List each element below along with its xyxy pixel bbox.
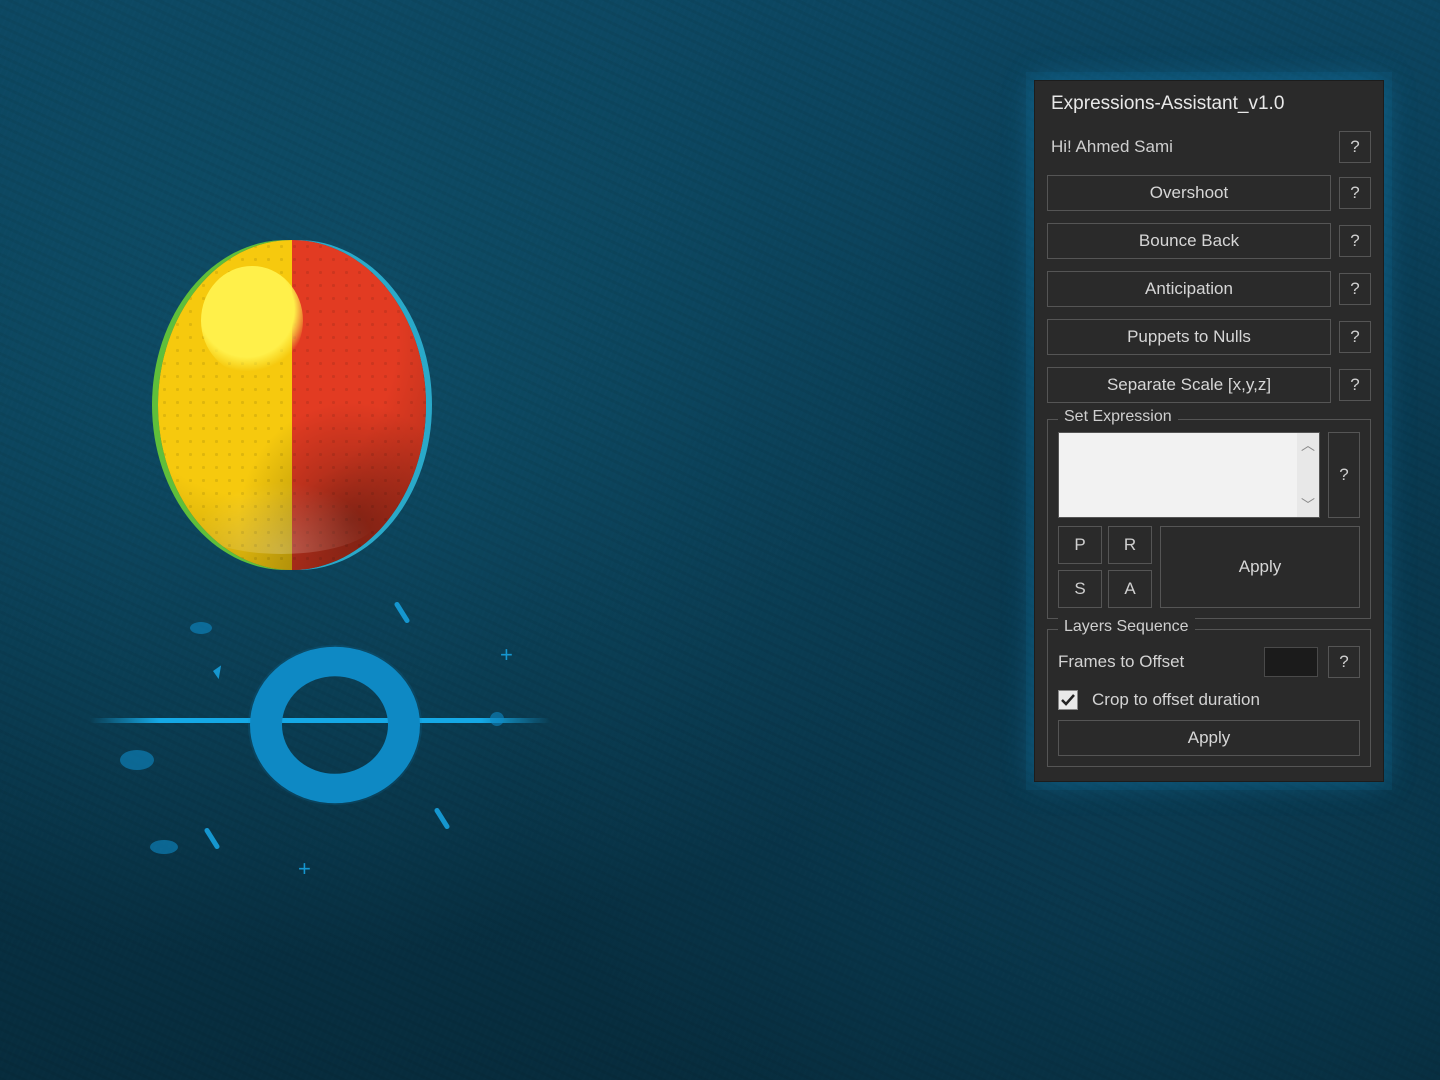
anticipation-button[interactable]: Anticipation (1047, 271, 1331, 307)
prop-s-button[interactable]: S (1058, 570, 1102, 608)
crop-checkbox-label: Crop to offset duration (1092, 690, 1260, 710)
help-button-expression[interactable]: ? (1328, 432, 1360, 518)
oval (150, 840, 178, 854)
target-ring (250, 647, 420, 803)
scroll-up-icon[interactable]: ︿ (1301, 433, 1315, 457)
oval (490, 712, 504, 726)
ball-reflection (185, 481, 378, 554)
separate-scale-button[interactable]: Separate Scale [x,y,z] (1047, 367, 1331, 403)
tick (204, 827, 221, 850)
tick (434, 807, 451, 830)
textarea-scrollbar[interactable]: ︿ ﹀ (1297, 433, 1319, 517)
layers-sequence-apply-button[interactable]: Apply (1058, 720, 1360, 756)
expressions-assistant-panel: Expressions-Assistant_v1.0 Hi! Ahmed Sam… (1034, 80, 1384, 782)
ball (158, 240, 426, 570)
prop-r-button[interactable]: R (1108, 526, 1152, 564)
set-expression-group: Set Expression ︿ ﹀ ? P R S A Apply (1047, 419, 1371, 619)
help-button-frames[interactable]: ? (1328, 646, 1360, 678)
oval (120, 750, 154, 770)
set-expression-legend: Set Expression (1058, 408, 1178, 426)
bounce-back-button[interactable]: Bounce Back (1047, 223, 1331, 259)
triangle-icon (205, 663, 221, 679)
help-button-bounce[interactable]: ? (1339, 225, 1371, 257)
check-icon (1060, 692, 1076, 708)
ground-target: + + (80, 600, 540, 880)
help-button-overshoot[interactable]: ? (1339, 177, 1371, 209)
expression-textarea[interactable]: ︿ ﹀ (1058, 432, 1320, 518)
help-button-puppets[interactable]: ? (1339, 321, 1371, 353)
layers-sequence-legend: Layers Sequence (1058, 618, 1195, 636)
greeting-text: Hi! Ahmed Sami (1047, 131, 1331, 163)
plus-icon: + (298, 862, 314, 878)
prop-button-grid: P R S A (1058, 526, 1152, 608)
tick (394, 601, 411, 624)
crop-checkbox[interactable] (1058, 690, 1078, 710)
puppets-to-nulls-button[interactable]: Puppets to Nulls (1047, 319, 1331, 355)
help-button-separate[interactable]: ? (1339, 369, 1371, 401)
panel-title: Expressions-Assistant_v1.0 (1035, 81, 1383, 127)
help-button-greeting[interactable]: ? (1339, 131, 1371, 163)
scroll-down-icon[interactable]: ﹀ (1301, 493, 1315, 517)
ball-graphic (158, 240, 426, 570)
plus-icon: + (500, 648, 516, 664)
help-button-anticipation[interactable]: ? (1339, 273, 1371, 305)
prop-p-button[interactable]: P (1058, 526, 1102, 564)
overshoot-button[interactable]: Overshoot (1047, 175, 1331, 211)
set-expression-apply-button[interactable]: Apply (1160, 526, 1360, 608)
prop-a-button[interactable]: A (1108, 570, 1152, 608)
frames-to-offset-label: Frames to Offset (1058, 652, 1254, 672)
ball-highlight (201, 266, 303, 375)
frames-to-offset-input[interactable] (1264, 647, 1318, 677)
layers-sequence-group: Layers Sequence Frames to Offset ? Crop … (1047, 629, 1371, 767)
oval (190, 622, 212, 634)
